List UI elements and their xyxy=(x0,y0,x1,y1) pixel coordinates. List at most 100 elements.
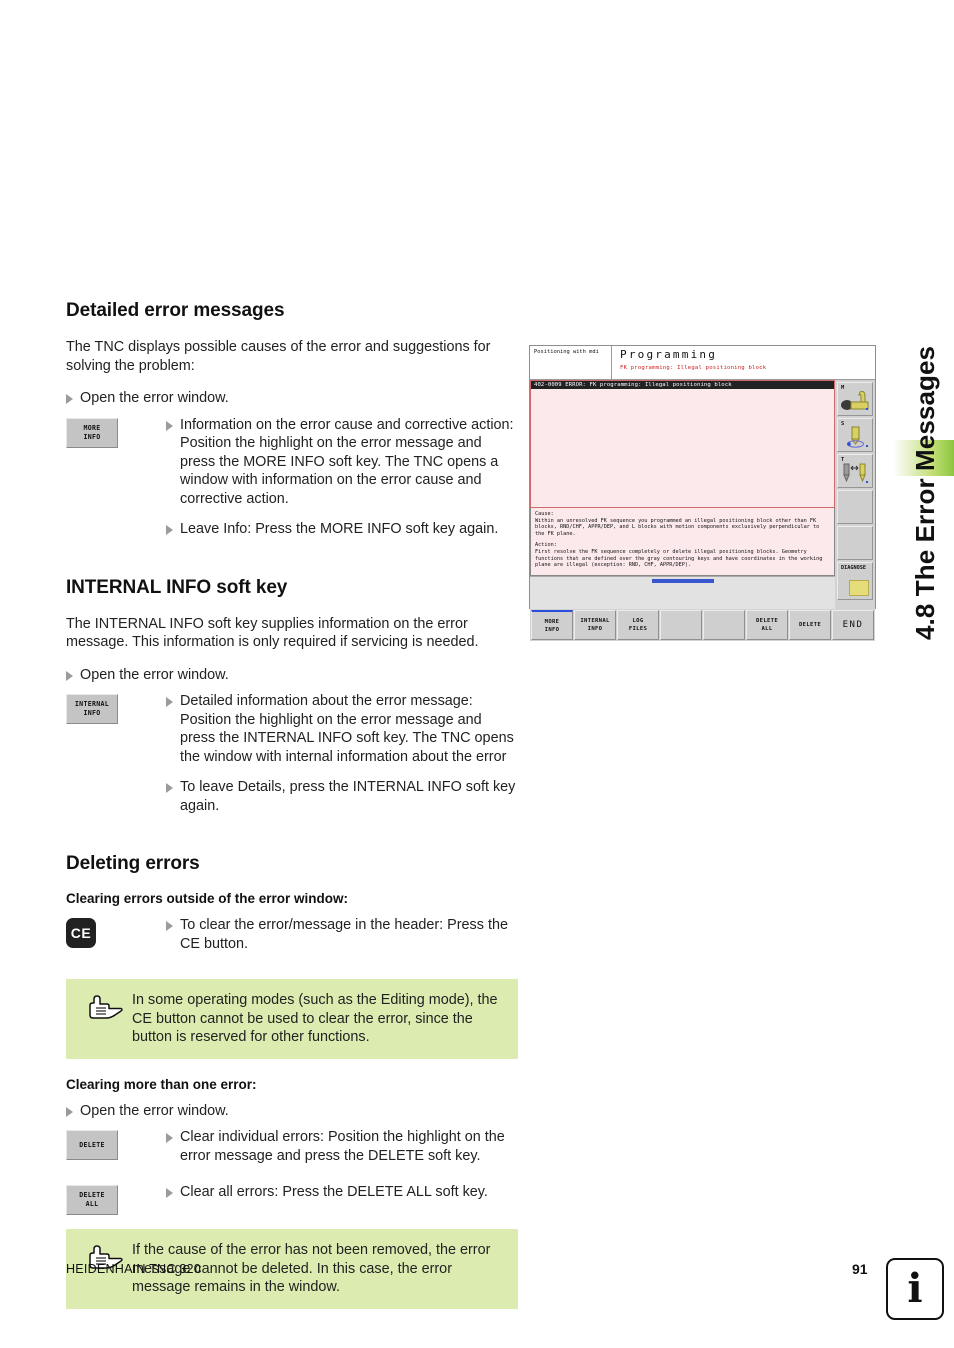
tnc-softkey-row: MORE INFO INTERNAL INFO LOG FILES DELETE… xyxy=(530,609,875,641)
tnc-progress-indicator xyxy=(652,579,714,583)
bullet-label: Open the error window. xyxy=(80,1102,229,1119)
bullet-label: To leave Details, press the INTERNAL INF… xyxy=(180,779,516,814)
key-text-column: Information on the error cause and corre… xyxy=(166,416,518,551)
bullet-label: Open the error window. xyxy=(80,390,229,406)
bullet-label: Clear all errors: Press the DELETE ALL s… xyxy=(180,1184,488,1200)
triangle-bullet-icon xyxy=(166,783,173,793)
bullet-ce-clear: To clear the error/message in the header… xyxy=(166,916,518,953)
bullet-label: Open the error window. xyxy=(80,666,229,683)
tnc-error-window[interactable]: 402-0009 ERROR: FK programming: Illegal … xyxy=(530,380,835,508)
softkey-line2: ALL xyxy=(85,1200,99,1208)
note-box-ce: In some operating modes (such as the Edi… xyxy=(66,979,518,1059)
bullet-open-error-window-1: Open the error window. xyxy=(66,389,518,408)
bullet-internal-info-description: Detailed information about the error mes… xyxy=(166,692,518,766)
key-text-column: To clear the error/message in the header… xyxy=(166,916,518,965)
tnc-softkey-log-files[interactable]: LOG FILES xyxy=(617,610,659,640)
key-block-more-info: MORE INFO Information on the error cause… xyxy=(66,416,518,551)
softkey-delete-all[interactable]: DELETE ALL xyxy=(66,1185,118,1215)
softkey-line1: INTERNAL xyxy=(580,618,610,624)
tnc-softkey-empty-1[interactable] xyxy=(660,610,702,640)
tnc-side-cell-m[interactable]: M xyxy=(837,382,873,416)
tnc-title: Programming xyxy=(620,348,718,361)
bullet-label: Leave Info: Press the MORE INFO soft key… xyxy=(180,521,499,537)
tnc-softkey-empty-2[interactable] xyxy=(703,610,745,640)
tnc-side-cell-diagnose[interactable]: DIAGNOSE xyxy=(837,562,873,600)
bullet-clear-all-errors: Clear all errors: Press the DELETE ALL s… xyxy=(166,1183,518,1202)
tnc-main-area: 402-0009 ERROR: FK programming: Illegal … xyxy=(530,380,835,609)
tnc-softkey-internal-info[interactable]: INTERNAL INFO xyxy=(574,610,616,640)
bullet-more-info-description: Information on the error cause and corre… xyxy=(166,416,518,509)
section-title-internal-info: INTERNAL INFO soft key xyxy=(66,576,288,598)
diagnose-chip-icon xyxy=(849,580,869,596)
tnc-softkey-delete-all[interactable]: DELETE ALL xyxy=(746,610,788,640)
spindle-s-icon xyxy=(847,426,868,448)
triangle-bullet-icon xyxy=(166,1188,173,1198)
softkey-more-info[interactable]: MORE INFO xyxy=(66,417,118,448)
action-label: Action: xyxy=(535,542,557,549)
softkey-line2: INFO xyxy=(544,626,560,633)
key-block-delete-all: DELETE ALL Clear all errors: Press the D… xyxy=(66,1183,518,1215)
tnc-header: Positioning with mdi Programming FK prog… xyxy=(530,346,875,380)
tnc-side-cell-empty-1[interactable] xyxy=(837,490,873,524)
softkey-delete[interactable]: DELETE xyxy=(66,1130,118,1160)
softkey-line2: INFO xyxy=(83,432,101,441)
subheading-clearing-more: Clearing more than one error: xyxy=(66,1076,257,1092)
softkey-line1: MORE xyxy=(83,423,101,432)
softkey-internal-info[interactable]: INTERNAL INFO xyxy=(66,694,118,724)
key-block-internal-info: INTERNAL INFO Detailed information about… xyxy=(66,692,518,827)
tnc-softkey-end[interactable]: END xyxy=(832,610,874,640)
key-text-column: Clear individual errors: Position the hi… xyxy=(166,1128,518,1177)
bullet-label: Clear individual errors: Position the hi… xyxy=(180,1129,505,1164)
info-badge-icon: i xyxy=(886,1258,944,1320)
softkey-line1: DELETE xyxy=(79,1140,105,1149)
tnc-side-cell-empty-2[interactable] xyxy=(837,526,873,560)
section-intro-detailed: The TNC displays possible causes of the … xyxy=(66,339,491,374)
softkey-line2: ALL xyxy=(761,626,773,632)
softkey-line1: MORE xyxy=(544,618,560,625)
bullet-open-error-window-3: Open the error window. xyxy=(66,1102,518,1121)
tnc-error-highlighted-row[interactable]: 402-0009 ERROR: FK programming: Illegal … xyxy=(531,381,834,389)
cause-label: Cause: xyxy=(535,511,554,517)
triangle-bullet-icon xyxy=(66,394,73,404)
softkey-column: INTERNAL INFO xyxy=(66,692,166,724)
side-cell-label: DIAGNOSE xyxy=(841,565,866,571)
bullet-open-error-window-2: Open the error window. xyxy=(66,666,518,685)
softkey-line1: DELETE xyxy=(79,1191,105,1199)
softkey-line1: LOG xyxy=(632,618,644,624)
triangle-bullet-icon xyxy=(166,921,173,931)
triangle-bullet-icon xyxy=(66,670,73,681)
tnc-side-cell-t[interactable]: T xyxy=(837,454,873,488)
tnc-screen-figure: Positioning with mdi Programming FK prog… xyxy=(529,345,876,641)
softkey-column: DELETE ALL xyxy=(66,1183,166,1215)
tnc-side-panel: M S T DIAGNOSE xyxy=(835,380,875,609)
triangle-bullet-icon xyxy=(166,525,173,535)
tnc-error-detail-pane: Cause: Within an unresolved FK sequence … xyxy=(530,508,835,576)
softkey-line2: INFO xyxy=(83,709,101,717)
ce-key-column: CE xyxy=(66,916,166,948)
tnc-title-area: Programming FK programming: Illegal posi… xyxy=(612,346,875,379)
softkey-line1: INTERNAL xyxy=(74,700,110,708)
note-text: In some operating modes (such as the Edi… xyxy=(132,992,498,1045)
bullet-leave-info: Leave Info: Press the MORE INFO soft key… xyxy=(166,520,518,539)
key-text-column: Clear all errors: Press the DELETE ALL s… xyxy=(166,1183,518,1214)
triangle-bullet-icon xyxy=(66,1106,73,1117)
tnc-softkey-more-info[interactable]: MORE INFO xyxy=(531,610,573,640)
softkey-line2: INFO xyxy=(587,626,603,632)
softkey-line1: DELETE xyxy=(798,622,821,628)
tnc-side-cell-s[interactable]: S xyxy=(837,418,873,452)
tnc-softkey-delete[interactable]: DELETE xyxy=(789,610,831,640)
action-text: First resolve the FK sequence completely… xyxy=(535,548,823,569)
subheading-clearing-outside: Clearing errors outside of the error win… xyxy=(66,891,349,906)
softkey-line2: FILES xyxy=(628,626,648,632)
bullet-label: Information on the error cause and corre… xyxy=(180,416,514,507)
bullet-clear-individual-errors: Clear individual errors: Position the hi… xyxy=(166,1128,518,1165)
cause-text: Within an unresolved FK sequence you pro… xyxy=(535,517,820,537)
ce-button[interactable]: CE xyxy=(66,918,96,948)
tnc-status-bar xyxy=(530,576,835,609)
key-block-delete: DELETE Clear individual errors: Position… xyxy=(66,1128,518,1177)
key-block-ce: CE To clear the error/message in the hea… xyxy=(66,916,518,965)
pointing-hand-icon xyxy=(76,991,132,1023)
tnc-error-subtitle: FK programming: Illegal positioning bloc… xyxy=(620,365,767,371)
tool-t-icon xyxy=(843,463,868,483)
section-title-deleting-errors: Deleting errors xyxy=(66,853,200,874)
